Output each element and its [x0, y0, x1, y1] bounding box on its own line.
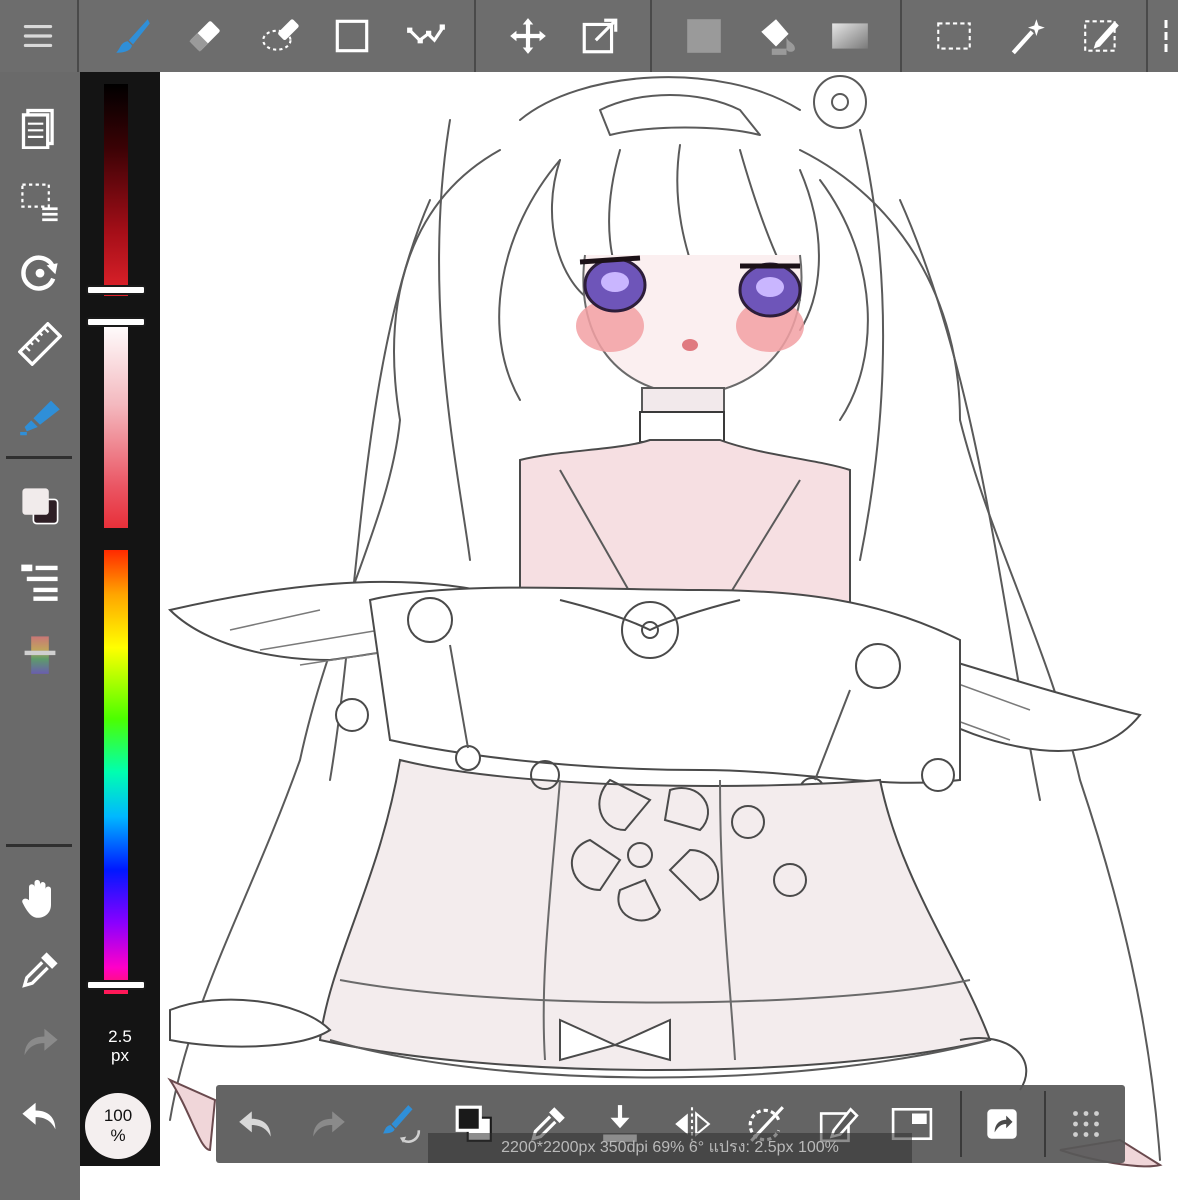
lasso-eraser-tool[interactable] — [252, 8, 308, 64]
medibang-app: 2.5 px 100 % 2200*2200px 350dpi 69% 6° แ… — [0, 0, 1178, 1200]
share-button[interactable] — [972, 1095, 1032, 1153]
hue-slider[interactable] — [104, 550, 128, 994]
more-vertical-icon — [1164, 20, 1168, 52]
redo-button[interactable] — [298, 1095, 358, 1153]
bucket-icon — [761, 19, 795, 55]
selection-menu-icon — [21, 183, 58, 222]
undo-button[interactable] — [226, 1095, 286, 1153]
move-tool[interactable] — [500, 8, 556, 64]
hue-slider-handle[interactable] — [86, 980, 146, 991]
eyedropper-icon — [22, 952, 58, 988]
select-rect-icon — [937, 22, 971, 50]
sidebar-item-ruler[interactable] — [10, 314, 70, 374]
color-panel: 2.5 px 100 % — [80, 72, 160, 1166]
more-tools-button[interactable] — [1154, 8, 1178, 64]
sidebar-item-color-swatch[interactable] — [10, 476, 70, 536]
magic-wand-tool[interactable] — [1000, 8, 1056, 64]
sidebar-item-layers[interactable] — [10, 97, 70, 157]
sidebar-item-selection-menu[interactable] — [10, 170, 70, 230]
brush-settings-icon — [20, 400, 60, 436]
more-icon — [1073, 1111, 1099, 1137]
gradient-tool[interactable] — [822, 8, 878, 64]
sidebar-item-rotate-canvas[interactable] — [10, 242, 70, 302]
brush-size-readout[interactable]: 2.5 px — [80, 1027, 160, 1065]
status-bar: 2200*2200px 350dpi 69% 6° แปรง: 2.5px 10… — [428, 1133, 912, 1163]
brush-icon — [116, 19, 150, 53]
sidebar-item-redo[interactable] — [10, 1012, 70, 1072]
saturation-slider[interactable] — [104, 322, 128, 528]
toolbar-divider — [960, 1091, 962, 1157]
brush-size-value: 2.5 — [108, 1027, 132, 1046]
undo-icon — [22, 1102, 56, 1130]
toolbar-divider — [77, 0, 79, 72]
ruler-icon — [18, 322, 62, 366]
palette-icon — [24, 636, 56, 674]
brush-opacity-button[interactable]: 100 % — [85, 1093, 151, 1159]
undo-icon — [239, 1111, 271, 1137]
toolbar-divider — [900, 0, 902, 72]
more-button[interactable] — [1056, 1095, 1116, 1153]
select-pen-icon — [1084, 20, 1119, 52]
saturation-slider-handle[interactable] — [86, 317, 146, 327]
select-pen-tool[interactable] — [1074, 8, 1130, 64]
fill-rect-icon — [687, 19, 721, 53]
brightness-slider[interactable] — [104, 84, 128, 296]
sidebar-divider — [6, 844, 72, 847]
layers-icon — [21, 108, 54, 149]
fill-rect-tool[interactable] — [676, 8, 732, 64]
sidebar-item-brush-settings[interactable] — [10, 386, 70, 446]
sidebar-item-eyedropper[interactable] — [10, 940, 70, 1000]
artwork — [167, 75, 1163, 1168]
sidebar-divider — [6, 456, 72, 459]
select-rect-tool[interactable] — [926, 8, 982, 64]
stroke-correction-tool[interactable] — [398, 8, 454, 64]
sidebar-item-undo[interactable] — [10, 1086, 70, 1146]
brightness-slider-handle[interactable] — [86, 284, 146, 295]
bucket-tool[interactable] — [748, 8, 804, 64]
eraser-tool[interactable] — [177, 8, 233, 64]
opacity-value: 100 — [103, 1106, 133, 1125]
menu-button[interactable] — [10, 8, 66, 64]
lasso-eraser-icon — [262, 19, 299, 51]
color-swatch-icon — [22, 488, 59, 525]
top-toolbar — [0, 0, 1178, 72]
hand-icon — [22, 879, 51, 918]
brush-swap-icon — [383, 1105, 421, 1143]
rotate-canvas-icon — [21, 255, 58, 291]
move-icon — [510, 18, 546, 54]
transform-tool[interactable] — [572, 8, 628, 64]
stroke-correction-icon — [407, 24, 445, 44]
brush-tool[interactable] — [105, 8, 161, 64]
transform-icon — [582, 18, 618, 54]
magic-wand-icon — [1011, 19, 1045, 55]
sidebar-item-hand[interactable] — [10, 868, 70, 928]
hamburger-icon — [23, 24, 53, 48]
shape-tool[interactable] — [324, 8, 380, 64]
gradient-icon — [832, 23, 868, 49]
sidebar-item-palette[interactable] — [10, 624, 70, 684]
toolbar-divider — [650, 0, 652, 72]
opacity-unit: % — [110, 1126, 126, 1145]
layer-list-icon — [21, 564, 58, 601]
toolbar-divider — [1044, 1091, 1046, 1157]
sidebar-item-layer-list[interactable] — [10, 550, 70, 610]
brush-swap-button[interactable] — [372, 1095, 432, 1153]
shape-square-icon — [335, 19, 369, 53]
toolbar-divider — [474, 0, 476, 72]
drawing-canvas[interactable] — [160, 72, 1178, 1200]
eraser-icon — [189, 21, 220, 52]
redo-icon — [24, 1028, 58, 1056]
redo-icon — [313, 1111, 345, 1137]
left-sidebar — [0, 72, 80, 1200]
share-icon — [987, 1109, 1017, 1139]
toolbar-divider — [1146, 0, 1148, 72]
brush-size-unit: px — [111, 1046, 129, 1065]
